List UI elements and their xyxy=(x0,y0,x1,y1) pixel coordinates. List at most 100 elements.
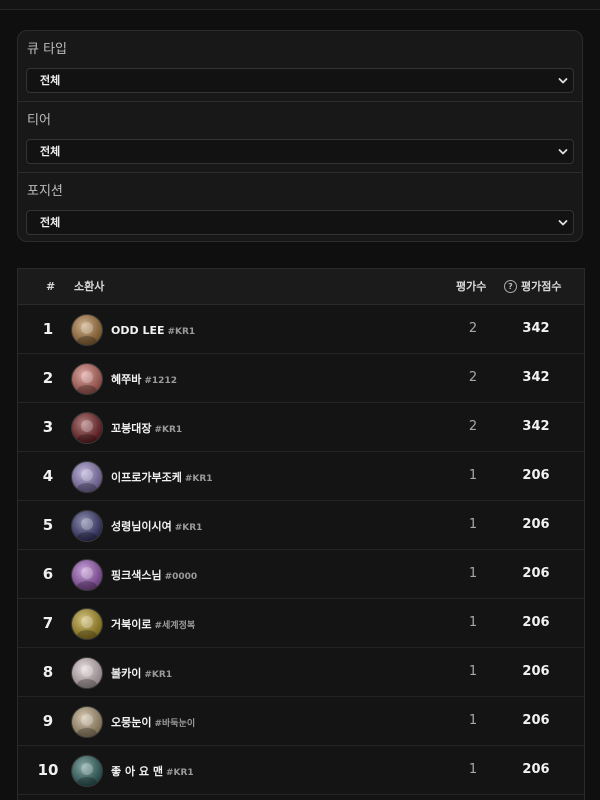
summoner-name[interactable]: ODD LEE xyxy=(111,324,164,337)
top-bar xyxy=(0,0,600,10)
avatar[interactable] xyxy=(71,363,103,395)
summoner-name-wrap[interactable]: 성령님이시여 #KR1 xyxy=(111,501,202,552)
review-score: 206 xyxy=(522,713,550,728)
position-select[interactable]: 전체 xyxy=(26,210,574,235)
review-count: 2 xyxy=(468,321,478,336)
table-row[interactable]: 10 좋 아 요 맨 #KR1 1 206 xyxy=(18,746,584,795)
summoner-name[interactable]: 볼카이 xyxy=(111,667,141,680)
summoner-name-wrap[interactable]: 좋 아 요 맨 #KR1 xyxy=(111,746,194,797)
summoner-name[interactable]: 성령님이시여 xyxy=(111,520,172,533)
rank-number: 5 xyxy=(42,516,54,534)
avatar[interactable] xyxy=(71,314,103,346)
summoner-tag: #KR1 xyxy=(154,425,183,435)
review-count: 1 xyxy=(468,566,478,581)
review-score: 206 xyxy=(522,615,550,630)
chevron-down-icon xyxy=(558,220,568,226)
summoner-icon xyxy=(72,462,102,492)
tier-select[interactable]: 전체 xyxy=(26,139,574,164)
rank-number: 7 xyxy=(42,614,54,632)
summoner-name[interactable]: 꼬붕대장 xyxy=(111,422,151,435)
select-value: 전체 xyxy=(40,216,61,229)
summoner-name[interactable]: 이프로가부조케 xyxy=(111,471,182,484)
header-count[interactable]: 평가수 xyxy=(456,269,486,304)
ranking-table: # 소환사 평가수 ? 평가점수 1 ODD LEE #KR1 2 342 2 혜쭈바 #12… xyxy=(17,268,585,800)
summoner-name-wrap[interactable]: 핑크색스님 #0000 xyxy=(111,550,197,601)
table-row[interactable]: 7 거북이로 #세계정복 1 206 xyxy=(18,599,584,648)
summoner-name-wrap[interactable]: 꼬붕대장 #KR1 xyxy=(111,403,182,454)
header-score-label: 평가점수 xyxy=(521,280,562,293)
question-circle-icon[interactable]: ? xyxy=(504,280,517,293)
table-row[interactable]: 5 성령님이시여 #KR1 1 206 xyxy=(18,501,584,550)
summoner-name-wrap[interactable]: 이프로가부조케 #KR1 xyxy=(111,452,213,503)
avatar[interactable] xyxy=(71,510,103,542)
filter-label: 티어 xyxy=(27,113,51,128)
review-count: 1 xyxy=(468,762,478,777)
filter-queue-type: 큐 타입 전체 xyxy=(18,31,582,102)
table-row[interactable]: 9 오뭉눈이 #바둑눈이 1 206 xyxy=(18,697,584,746)
avatar[interactable] xyxy=(71,412,103,444)
header-summoner: 소환사 xyxy=(74,280,105,293)
summoner-tag: #0000 xyxy=(164,572,198,582)
summoner-icon xyxy=(72,707,102,737)
summoner-name[interactable]: 혜쭈바 xyxy=(111,373,141,386)
rank-number: 10 xyxy=(37,761,59,779)
table-row[interactable]: 1 ODD LEE #KR1 2 342 xyxy=(18,305,584,354)
summoner-icon xyxy=(72,413,102,443)
rank-number: 8 xyxy=(42,663,54,681)
summoner-icon xyxy=(72,609,102,639)
review-score: 206 xyxy=(522,517,550,532)
rank-number: 2 xyxy=(42,369,54,387)
filter-panel: 큐 타입 전체 티어 전체 포지션 전체 xyxy=(17,30,583,242)
avatar[interactable] xyxy=(71,755,103,787)
avatar[interactable] xyxy=(71,559,103,591)
table-row[interactable]: 3 꼬붕대장 #KR1 2 342 xyxy=(18,403,584,452)
summoner-tag: #KR1 xyxy=(144,670,173,680)
table-row[interactable]: 8 볼카이 #KR1 1 206 xyxy=(18,648,584,697)
review-score: 206 xyxy=(522,664,550,679)
summoner-tag: #1212 xyxy=(144,376,177,386)
review-count: 1 xyxy=(468,468,478,483)
summoner-name[interactable]: 거북이로 xyxy=(111,618,151,631)
summoner-icon xyxy=(72,658,102,688)
avatar[interactable] xyxy=(71,706,103,738)
summoner-name[interactable]: 좋 아 요 맨 xyxy=(111,765,163,778)
review-count: 2 xyxy=(468,419,478,434)
filter-position: 포지션 전체 xyxy=(18,173,582,241)
summoner-name-wrap[interactable]: ODD LEE #KR1 xyxy=(111,305,195,356)
table-row[interactable]: 2 혜쭈바 #1212 2 342 xyxy=(18,354,584,403)
summoner-name[interactable]: 핑크색스님 xyxy=(111,569,162,582)
summoner-name-wrap[interactable]: 거북이로 #세계정복 xyxy=(111,599,195,650)
review-score: 342 xyxy=(522,321,550,336)
summoner-tag: #KR1 xyxy=(184,474,213,484)
review-score: 342 xyxy=(522,370,550,385)
filter-label: 큐 타입 xyxy=(27,42,68,57)
summoner-icon xyxy=(72,511,102,541)
chevron-down-icon xyxy=(558,149,568,155)
queue-type-select[interactable]: 전체 xyxy=(26,68,574,93)
summoner-icon xyxy=(72,315,102,345)
header-score[interactable]: ? 평가점수 xyxy=(504,269,561,304)
filter-label: 포지션 xyxy=(27,184,63,199)
review-score: 342 xyxy=(522,419,550,434)
summoner-name-wrap[interactable]: 오뭉눈이 #바둑눈이 xyxy=(111,697,195,748)
table-row[interactable]: 4 이프로가부조케 #KR1 1 206 xyxy=(18,452,584,501)
summoner-tag: #KR1 xyxy=(165,768,194,778)
rank-number: 4 xyxy=(42,467,54,485)
select-value: 전체 xyxy=(40,74,61,87)
summoner-tag: #바둑눈이 xyxy=(154,719,196,729)
summoner-name-wrap[interactable]: 혜쭈바 #1212 xyxy=(111,354,177,405)
rank-number: 6 xyxy=(42,565,54,583)
rank-number: 3 xyxy=(42,418,54,436)
summoner-name[interactable]: 오뭉눈이 xyxy=(111,716,151,729)
filter-tier: 티어 전체 xyxy=(18,102,582,173)
rank-number: 9 xyxy=(42,712,54,730)
table-row[interactable]: 6 핑크색스님 #0000 1 206 xyxy=(18,550,584,599)
summoner-icon xyxy=(72,364,102,394)
header-rank: # xyxy=(46,280,56,293)
chevron-down-icon xyxy=(558,78,568,84)
avatar[interactable] xyxy=(71,461,103,493)
select-value: 전체 xyxy=(40,145,61,158)
avatar[interactable] xyxy=(71,657,103,689)
avatar[interactable] xyxy=(71,608,103,640)
summoner-name-wrap[interactable]: 볼카이 #KR1 xyxy=(111,648,172,699)
